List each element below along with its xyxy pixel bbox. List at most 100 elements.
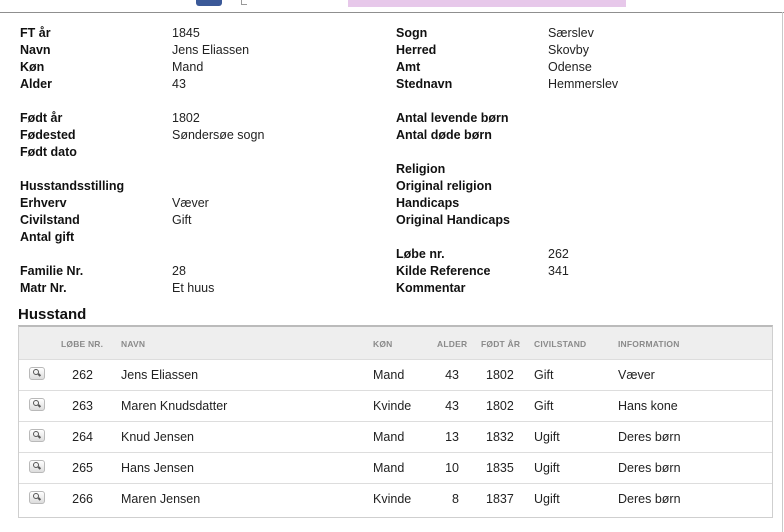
- magnifier-icon[interactable]: [29, 460, 45, 473]
- field-value: Odense: [548, 60, 592, 74]
- cell-kon: Mand: [373, 368, 405, 382]
- cell-alder: 8: [452, 492, 459, 506]
- cell-alder: 43: [445, 368, 459, 382]
- field-label: Antal levende børn: [396, 111, 509, 125]
- field-value: Søndersøe sogn: [172, 128, 265, 142]
- field-value: Mand: [172, 60, 204, 74]
- table-row[interactable]: 262 Jens Eliassen Mand 43 1802 Gift Væve…: [19, 359, 772, 391]
- field-value: Gift: [172, 213, 192, 227]
- cell-civilstand: Ugift: [534, 492, 560, 506]
- field-label: Antal døde børn: [396, 128, 492, 142]
- column-header-civilstand[interactable]: CIVILSTAND: [534, 339, 586, 349]
- field-value: Hemmerslev: [548, 77, 619, 91]
- highlight-bar: [348, 0, 626, 7]
- cell-information: Hans kone: [618, 399, 678, 413]
- field-label: Alder: [20, 77, 52, 91]
- cell-fodt-ar: 1837: [486, 492, 514, 506]
- field-value: 341: [548, 264, 569, 278]
- cell-civilstand: Ugift: [534, 430, 560, 444]
- cell-navn: Jens Eliassen: [121, 368, 199, 382]
- cell-fodt-ar: 1835: [486, 461, 514, 475]
- field-value: Skovby: [548, 43, 589, 57]
- cell-kon: Mand: [373, 461, 405, 475]
- cell-navn: Knud Jensen: [121, 430, 194, 444]
- cell-alder: 43: [445, 399, 459, 413]
- field-label: Familie Nr.: [20, 264, 84, 278]
- field-label: Amt: [396, 60, 421, 74]
- field-label: Original religion: [396, 179, 492, 193]
- household-table: LØBE NR. NAVN KØN ALDER FØDT ÅR CIVILSTA…: [18, 325, 773, 518]
- household-heading: Husstand: [18, 306, 87, 323]
- field-label: Sogn: [396, 26, 428, 40]
- field-label: Handicaps: [396, 196, 460, 210]
- facebook-icon[interactable]: [196, 0, 222, 6]
- toolbar-mark: [241, 0, 247, 5]
- table-row[interactable]: 265 Hans Jensen Mand 10 1835 Ugift Deres…: [19, 452, 772, 484]
- field-label: Køn: [20, 60, 45, 74]
- magnifier-icon[interactable]: [29, 491, 45, 504]
- column-header-information[interactable]: INFORMATION: [618, 339, 680, 349]
- field-label: Kommentar: [396, 281, 466, 295]
- field-label: Original Handicaps: [396, 213, 510, 227]
- field-label: Herred: [396, 43, 437, 57]
- field-label: Husstandsstilling: [20, 179, 125, 193]
- cell-information: Deres børn: [618, 461, 681, 475]
- cell-lobe-nr: 262: [72, 368, 93, 382]
- field-label: Stednavn: [396, 77, 453, 91]
- page-right-border: [782, 12, 783, 532]
- field-label: Kilde Reference: [396, 264, 491, 278]
- field-label: Civilstand: [20, 213, 80, 227]
- field-value: 43: [172, 77, 186, 91]
- column-header-navn[interactable]: NAVN: [121, 339, 145, 349]
- table-row[interactable]: 264 Knud Jensen Mand 13 1832 Ugift Deres…: [19, 421, 772, 453]
- column-header-kon[interactable]: KØN: [373, 339, 393, 349]
- field-label: Erhverv: [20, 196, 67, 210]
- field-value: Jens Eliassen: [172, 43, 250, 57]
- cell-information: Deres børn: [618, 430, 681, 444]
- table-row[interactable]: 263 Maren Knudsdatter Kvinde 43 1802 Gif…: [19, 390, 772, 422]
- field-value: 1802: [172, 111, 200, 125]
- field-label: Antal gift: [20, 230, 75, 244]
- cell-information: Væver: [618, 368, 655, 382]
- cell-kon: Mand: [373, 430, 405, 444]
- field-label: Matr Nr.: [20, 281, 67, 295]
- field-label: Fødested: [20, 128, 76, 142]
- cell-civilstand: Gift: [534, 399, 554, 413]
- table-header: LØBE NR. NAVN KØN ALDER FØDT ÅR CIVILSTA…: [19, 327, 772, 359]
- cell-civilstand: Gift: [534, 368, 554, 382]
- cell-kon: Kvinde: [373, 492, 412, 506]
- cell-lobe-nr: 266: [72, 492, 93, 506]
- field-value: Væver: [172, 196, 209, 210]
- cell-fodt-ar: 1802: [486, 368, 514, 382]
- field-value: Et huus: [172, 281, 215, 295]
- field-label: Født dato: [20, 145, 77, 159]
- field-label: Født år: [20, 111, 63, 125]
- cell-navn: Maren Jensen: [121, 492, 201, 506]
- column-header-lobe-nr[interactable]: LØBE NR.: [61, 339, 103, 349]
- magnifier-icon[interactable]: [29, 398, 45, 411]
- cell-alder: 13: [445, 430, 459, 444]
- cell-fodt-ar: 1832: [486, 430, 514, 444]
- cell-alder: 10: [445, 461, 459, 475]
- cell-civilstand: Ugift: [534, 461, 560, 475]
- field-value: Særslev: [548, 26, 594, 40]
- column-header-fodt-ar[interactable]: FØDT ÅR: [481, 339, 520, 349]
- table-row[interactable]: 266 Maren Jensen Kvinde 8 1837 Ugift Der…: [19, 483, 772, 515]
- top-toolbar-strip: [0, 0, 784, 13]
- field-label: Navn: [20, 43, 51, 57]
- magnifier-icon[interactable]: [29, 367, 45, 380]
- field-value: 262: [548, 247, 569, 261]
- cell-information: Deres børn: [618, 492, 681, 506]
- cell-kon: Kvinde: [373, 399, 412, 413]
- field-value: 1845: [172, 26, 200, 40]
- cell-fodt-ar: 1802: [486, 399, 514, 413]
- magnifier-icon[interactable]: [29, 429, 45, 442]
- field-label: Løbe nr.: [396, 247, 445, 261]
- cell-lobe-nr: 265: [72, 461, 93, 475]
- column-header-alder[interactable]: ALDER: [437, 339, 467, 349]
- field-label: FT år: [20, 26, 51, 40]
- cell-navn: Hans Jensen: [121, 461, 194, 475]
- field-label: Religion: [396, 162, 446, 176]
- cell-lobe-nr: 264: [72, 430, 93, 444]
- field-value: 28: [172, 264, 186, 278]
